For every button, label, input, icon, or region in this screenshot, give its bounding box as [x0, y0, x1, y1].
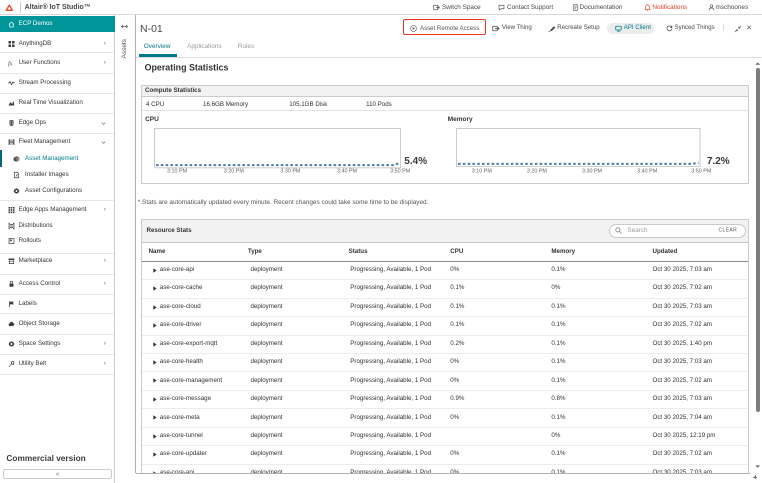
svg-text:fx: fx [8, 60, 13, 66]
